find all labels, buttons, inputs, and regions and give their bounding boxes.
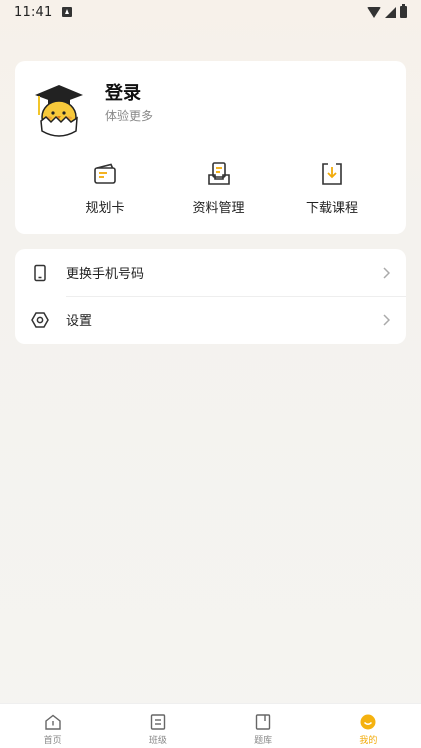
nav-item-home[interactable]: 首页	[0, 704, 105, 748]
status-time: 11:41	[14, 4, 53, 20]
bottom-nav: 首页 班级 题库 我的	[0, 703, 421, 748]
login-subtitle: 体验更多	[105, 109, 154, 123]
plan-card-icon	[94, 163, 116, 184]
download-course-button[interactable]: 下载课程	[282, 161, 382, 221]
settings-row[interactable]: 设置	[15, 296, 406, 343]
download-course-label: 下载课程	[305, 201, 358, 216]
status-left: 11:41	[14, 4, 73, 20]
settings-list-card: 更换手机号码 设置	[15, 249, 406, 344]
nav-item-me[interactable]: 我的	[316, 704, 421, 748]
me-icon	[360, 714, 376, 730]
status-right	[367, 4, 407, 18]
question-bank-icon	[255, 714, 271, 730]
materials-icon	[207, 162, 230, 185]
materials-label: 资料管理	[192, 201, 245, 216]
class-icon	[150, 714, 166, 730]
nav-item-question-bank[interactable]: 题库	[211, 704, 316, 748]
profile-card: 登录 体验更多 规划卡 资料管理 下载课程	[15, 61, 406, 234]
avatar[interactable]	[31, 81, 87, 139]
change-phone-row[interactable]: 更换手机号码	[15, 249, 406, 296]
phone-icon	[34, 264, 46, 281]
login-title[interactable]: 登录	[105, 79, 141, 105]
cell-signal-icon	[385, 6, 396, 18]
download-course-icon	[322, 163, 342, 185]
notification-a-icon	[62, 7, 73, 17]
nav-label-home: 首页	[43, 736, 62, 746]
materials-button[interactable]: 资料管理	[169, 161, 269, 221]
nav-item-class[interactable]: 班级	[105, 704, 210, 748]
settings-label: 设置	[66, 314, 93, 329]
quick-actions: 规划卡 资料管理 下载课程	[15, 161, 406, 221]
nav-label-class: 班级	[148, 736, 167, 746]
nav-label-question-bank: 题库	[254, 736, 273, 746]
change-phone-label: 更换手机号码	[66, 267, 145, 282]
status-bar: 11:41	[0, 0, 421, 24]
plan-card-label: 规划卡	[85, 201, 125, 216]
chevron-right-icon	[383, 266, 390, 279]
wifi-icon	[367, 6, 381, 18]
chevron-right-icon	[383, 313, 390, 326]
battery-icon	[400, 4, 407, 18]
settings-hexagon-icon	[31, 311, 49, 328]
nav-label-me: 我的	[359, 736, 378, 746]
home-icon	[44, 714, 61, 730]
plan-card-button[interactable]: 规划卡	[55, 161, 155, 221]
